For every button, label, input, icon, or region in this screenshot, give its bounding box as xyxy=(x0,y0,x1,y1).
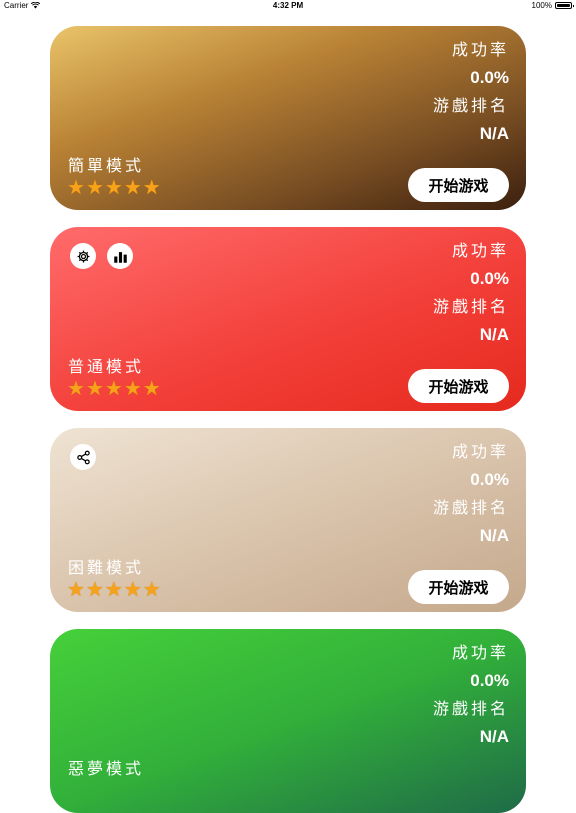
star-icon: ★ xyxy=(142,376,161,400)
star-icon: ★ xyxy=(85,376,104,400)
start-game-button[interactable]: 开始游戏 xyxy=(408,570,509,604)
star-icon: ★ xyxy=(123,577,142,601)
star-icon: ★ xyxy=(104,577,123,601)
battery-label: 100% xyxy=(531,1,552,10)
start-game-button[interactable]: 开始游戏 xyxy=(408,168,509,202)
mode-name: 普通模式 xyxy=(68,357,145,376)
mode-name: 困難模式 xyxy=(68,558,145,577)
ranking-value: N/A xyxy=(479,727,509,746)
gear-icon xyxy=(77,250,89,262)
stats-panel: 成功率 0.0% 游戲排名 N/A xyxy=(433,36,509,148)
star-icon: ★ xyxy=(142,175,161,199)
settings-button[interactable] xyxy=(70,243,96,269)
star-icon: ★ xyxy=(142,577,161,601)
stats-panel: 成功率 0.0% 游戲排名 N/A xyxy=(433,438,509,550)
star-icon: ★ xyxy=(104,175,123,199)
star-icon: ★ xyxy=(123,175,142,199)
success-rate-label: 成功率 xyxy=(451,40,509,59)
mode-name: 簡單模式 xyxy=(68,156,145,175)
start-game-button[interactable]: 开始游戏 xyxy=(408,369,509,403)
star-icon: ★ xyxy=(104,376,123,400)
success-rate-label: 成功率 xyxy=(451,643,509,662)
leaderboard-button[interactable] xyxy=(107,243,133,269)
star-icon: ★ xyxy=(85,175,104,199)
star-icon: ★ xyxy=(123,376,142,400)
mode-card-hard: 成功率 0.0% 游戲排名 N/A 困難模式 ★ ★ ★ ★ ★ 开始游戏 xyxy=(50,428,526,612)
battery-indicator: 100% xyxy=(531,1,574,10)
battery-icon xyxy=(555,2,574,9)
success-rate-value: 0.0% xyxy=(470,269,509,288)
success-rate-value: 0.0% xyxy=(470,470,509,489)
star-icon: ★ xyxy=(85,577,104,601)
mode-card-easy: 成功率 0.0% 游戲排名 N/A 簡單模式 ★ ★ ★ ★ ★ 开始游戏 xyxy=(50,26,526,210)
share-button[interactable] xyxy=(70,444,96,470)
ranking-label: 游戲排名 xyxy=(432,498,509,517)
ranking-label: 游戲排名 xyxy=(432,96,509,115)
mode-name: 惡夢模式 xyxy=(68,759,145,778)
success-rate-label: 成功率 xyxy=(451,442,509,461)
ranking-label: 游戲排名 xyxy=(432,297,509,316)
ranking-value: N/A xyxy=(479,124,509,143)
success-rate-value: 0.0% xyxy=(470,68,509,87)
success-rate-value: 0.0% xyxy=(470,671,509,690)
mode-card-normal: 成功率 0.0% 游戲排名 N/A 普通模式 ★ ★ ★ ★ ★ 开始游戏 xyxy=(50,227,526,411)
share-icon xyxy=(76,450,90,464)
star-icon: ★ xyxy=(67,376,85,400)
ranking-value: N/A xyxy=(479,325,509,344)
stats-panel: 成功率 0.0% 游戲排名 N/A xyxy=(433,237,509,349)
ranking-value: N/A xyxy=(479,526,509,545)
ranking-label: 游戲排名 xyxy=(432,699,509,718)
difficulty-stars: ★ ★ ★ ★ ★ xyxy=(67,176,161,198)
difficulty-stars: ★ ★ ★ ★ ★ xyxy=(67,377,161,399)
star-icon: ★ xyxy=(67,175,85,199)
status-bar: Carrier 4:32 PM 100% xyxy=(0,0,576,12)
leaderboard-icon xyxy=(113,251,127,263)
difficulty-stars: ★ ★ ★ ★ ★ xyxy=(67,578,161,600)
stats-panel: 成功率 0.0% 游戲排名 N/A xyxy=(433,639,509,751)
star-icon: ★ xyxy=(67,577,85,601)
success-rate-label: 成功率 xyxy=(451,241,509,260)
mode-card-hell: 成功率 0.0% 游戲排名 N/A 惡夢模式 xyxy=(50,629,526,813)
status-time: 4:32 PM xyxy=(272,1,304,10)
